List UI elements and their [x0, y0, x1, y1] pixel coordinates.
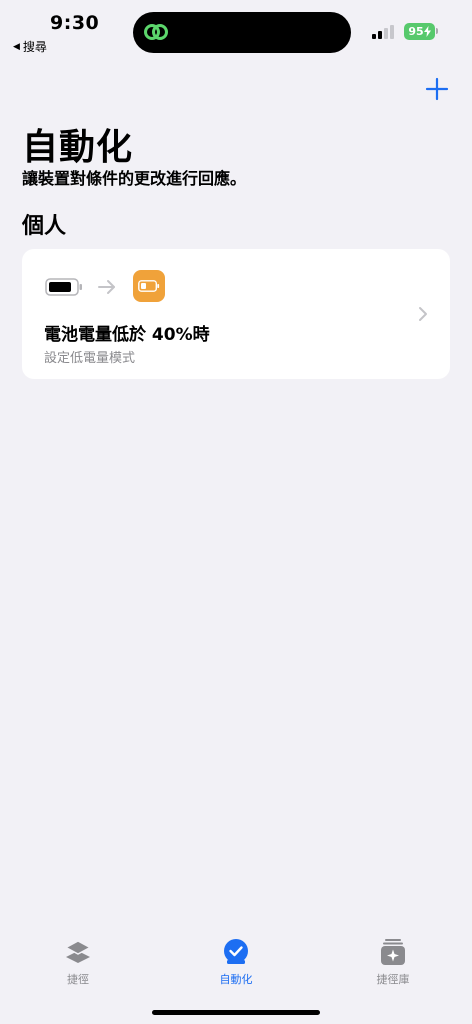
chevron-right-icon	[419, 307, 427, 321]
clock-check-icon	[224, 939, 248, 964]
back-to-search-link[interactable]: ◀ 搜尋	[13, 38, 47, 55]
tab-label: 捷徑	[67, 973, 89, 986]
status-time: 9:30	[50, 12, 100, 34]
tab-bar: 捷徑 自動化 捷徑庫	[0, 930, 472, 990]
tab-label: 自動化	[219, 973, 253, 986]
status-bar: 9:30 ◀ 搜尋 95	[0, 0, 472, 60]
add-automation-button[interactable]	[424, 76, 450, 102]
back-caret-icon: ◀	[13, 41, 20, 52]
automation-card[interactable]: 電池電量低於 40%時 設定低電量模式	[22, 249, 450, 379]
tab-shortcuts[interactable]: 捷徑	[28, 930, 128, 990]
tab-gallery[interactable]: 捷徑庫	[343, 930, 443, 990]
back-app-label: 搜尋	[22, 40, 47, 54]
gallery-sparkle-icon	[381, 939, 405, 965]
charging-bolt-icon	[423, 26, 431, 37]
cellular-signal-icon	[372, 25, 394, 39]
home-indicator[interactable]	[152, 1010, 320, 1015]
page-title: 自動化	[22, 127, 134, 168]
battery-indicator: 95	[404, 23, 435, 40]
tab-label: 捷徑庫	[376, 973, 410, 986]
section-title: 個人	[22, 214, 67, 239]
dynamic-island	[133, 12, 351, 53]
battery-trigger-icon	[45, 278, 82, 296]
automation-subtitle: 設定低電量模式	[44, 351, 136, 366]
battery-cap	[436, 28, 438, 34]
page-subtitle: 讓裝置對條件的更改進行回應。	[22, 169, 247, 188]
automation-title: 電池電量低於 40%時	[44, 325, 210, 345]
link-activity-icon	[144, 24, 168, 40]
tab-automation[interactable]: 自動化	[186, 930, 286, 990]
battery-level: 95	[408, 25, 424, 38]
low-power-mode-icon	[133, 270, 165, 302]
arrow-right-icon	[98, 280, 115, 294]
layers-icon	[64, 940, 92, 963]
